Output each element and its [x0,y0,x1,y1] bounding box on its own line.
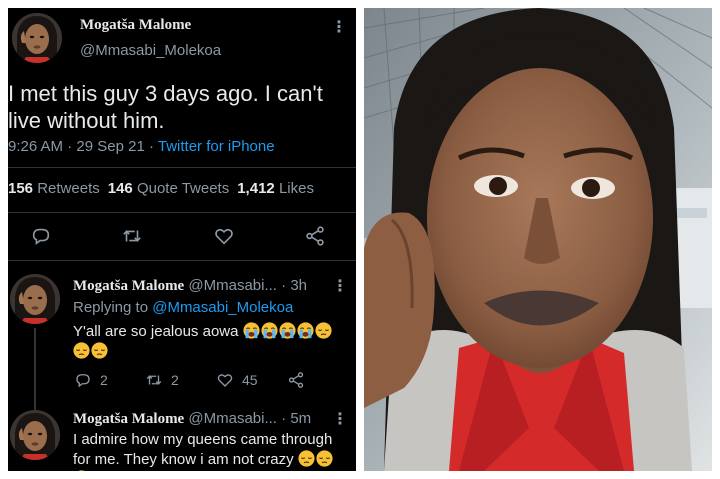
tweet-stats: 156 Retweets 146 Quote Tweets 1,412 Likes [8,180,314,197]
retweets-stat[interactable]: 156 Retweets [8,180,100,197]
reply-author-name[interactable]: Mogatša Malome [73,278,184,294]
tweet-time[interactable]: 9:26 AM [8,138,63,155]
reply-author-handle[interactable]: @Mmasabi... [188,277,277,294]
thread-connector [34,328,36,410]
like-icon [217,374,233,387]
reply-avatar[interactable] [10,274,60,324]
retweet-icon[interactable] [121,225,145,249]
tweet-date[interactable]: 29 Sep 21 [76,138,144,155]
more-icon[interactable]: ⋮ [331,19,347,37]
share-icon [288,372,304,388]
pensive-face-icon [316,450,333,467]
crying-face-icon [261,322,278,339]
crying-face-icon [279,322,296,339]
crying-face-icon [243,322,260,339]
tweet-text: I met this guy 3 days ago. I can't live … [8,81,323,133]
pensive-face-icon [315,322,332,339]
reply-author-name[interactable]: Mogatša Malome [73,411,184,427]
likes-stat[interactable]: 1,412 Likes [237,180,314,197]
more-icon[interactable]: ⋮ [332,278,348,296]
like-button[interactable]: 45 [216,370,258,390]
tweet-actions [8,225,356,249]
share-icon[interactable] [304,225,328,249]
author-avatar[interactable] [12,13,62,63]
pensive-face-icon [298,450,315,467]
quote-tweets-stat[interactable]: 146 Quote Tweets [108,180,229,197]
reply-time[interactable]: · 3h [281,277,307,294]
replying-prefix: Replying to [73,299,149,316]
retweets-count: 156 [8,180,34,197]
like-count: 45 [242,372,258,388]
meta-separator: · [144,138,158,155]
reply-count: 2 [100,372,108,388]
author-name[interactable]: Mogatša Malome [80,17,191,34]
reply-actions: 2 2 45 [8,370,356,394]
share-button[interactable] [287,370,313,390]
likes-label: Likes [278,180,314,197]
divider [8,260,356,261]
retweet-icon [146,375,162,385]
reply-icon [76,374,90,388]
retweet-count: 2 [171,372,179,388]
divider [8,167,356,168]
selfie-photo [364,8,712,471]
likes-count: 1,412 [237,180,275,197]
reply-text: Y'all are so jealous aowa [73,322,353,362]
retweet-button[interactable]: 2 [145,370,179,390]
author-handle[interactable]: @Mmasabi_Molekoa [80,42,221,59]
replying-to: Replying to @Mmasabi_Molekoa [73,299,293,316]
reply-avatar[interactable] [10,410,60,460]
reply-header: Mogatša Malome @Mmasabi... · 5m [73,410,311,428]
reply-text-body: I admire how my queens came through for … [73,431,333,468]
pensive-face-icon [73,470,90,471]
pensive-face-icon [73,342,90,359]
crying-face-icon [297,322,314,339]
pensive-face-icon [91,342,108,359]
retweets-label: Retweets [37,180,100,197]
reply-text: I admire how my queens came through for … [73,430,353,471]
reply-author-handle[interactable]: @Mmasabi... [188,410,277,427]
quote-label: Quote Tweets [136,180,230,197]
reply-button[interactable]: 2 [74,370,108,390]
reply-time[interactable]: · 5m [281,410,311,427]
reply-text-body: Y'all are so jealous aowa [73,323,239,340]
replying-to-link[interactable]: @Mmasabi_Molekoa [152,299,293,316]
tweet-source-link[interactable]: Twitter for iPhone [158,138,275,155]
reply-icon[interactable] [30,225,54,249]
like-icon[interactable] [213,225,237,249]
quote-count: 146 [107,180,133,197]
divider [8,212,356,213]
meta-separator: · [63,138,77,155]
more-icon[interactable]: ⋮ [332,411,348,429]
tweet-timestamp: 9:26 AM · 29 Sep 21 · Twitter for iPhone [8,138,275,155]
tweet-panel: Mogatša Malome @Mmasabi_Molekoa ⋮ I met … [8,8,356,471]
reply-header: Mogatša Malome @Mmasabi... · 3h [73,277,307,295]
